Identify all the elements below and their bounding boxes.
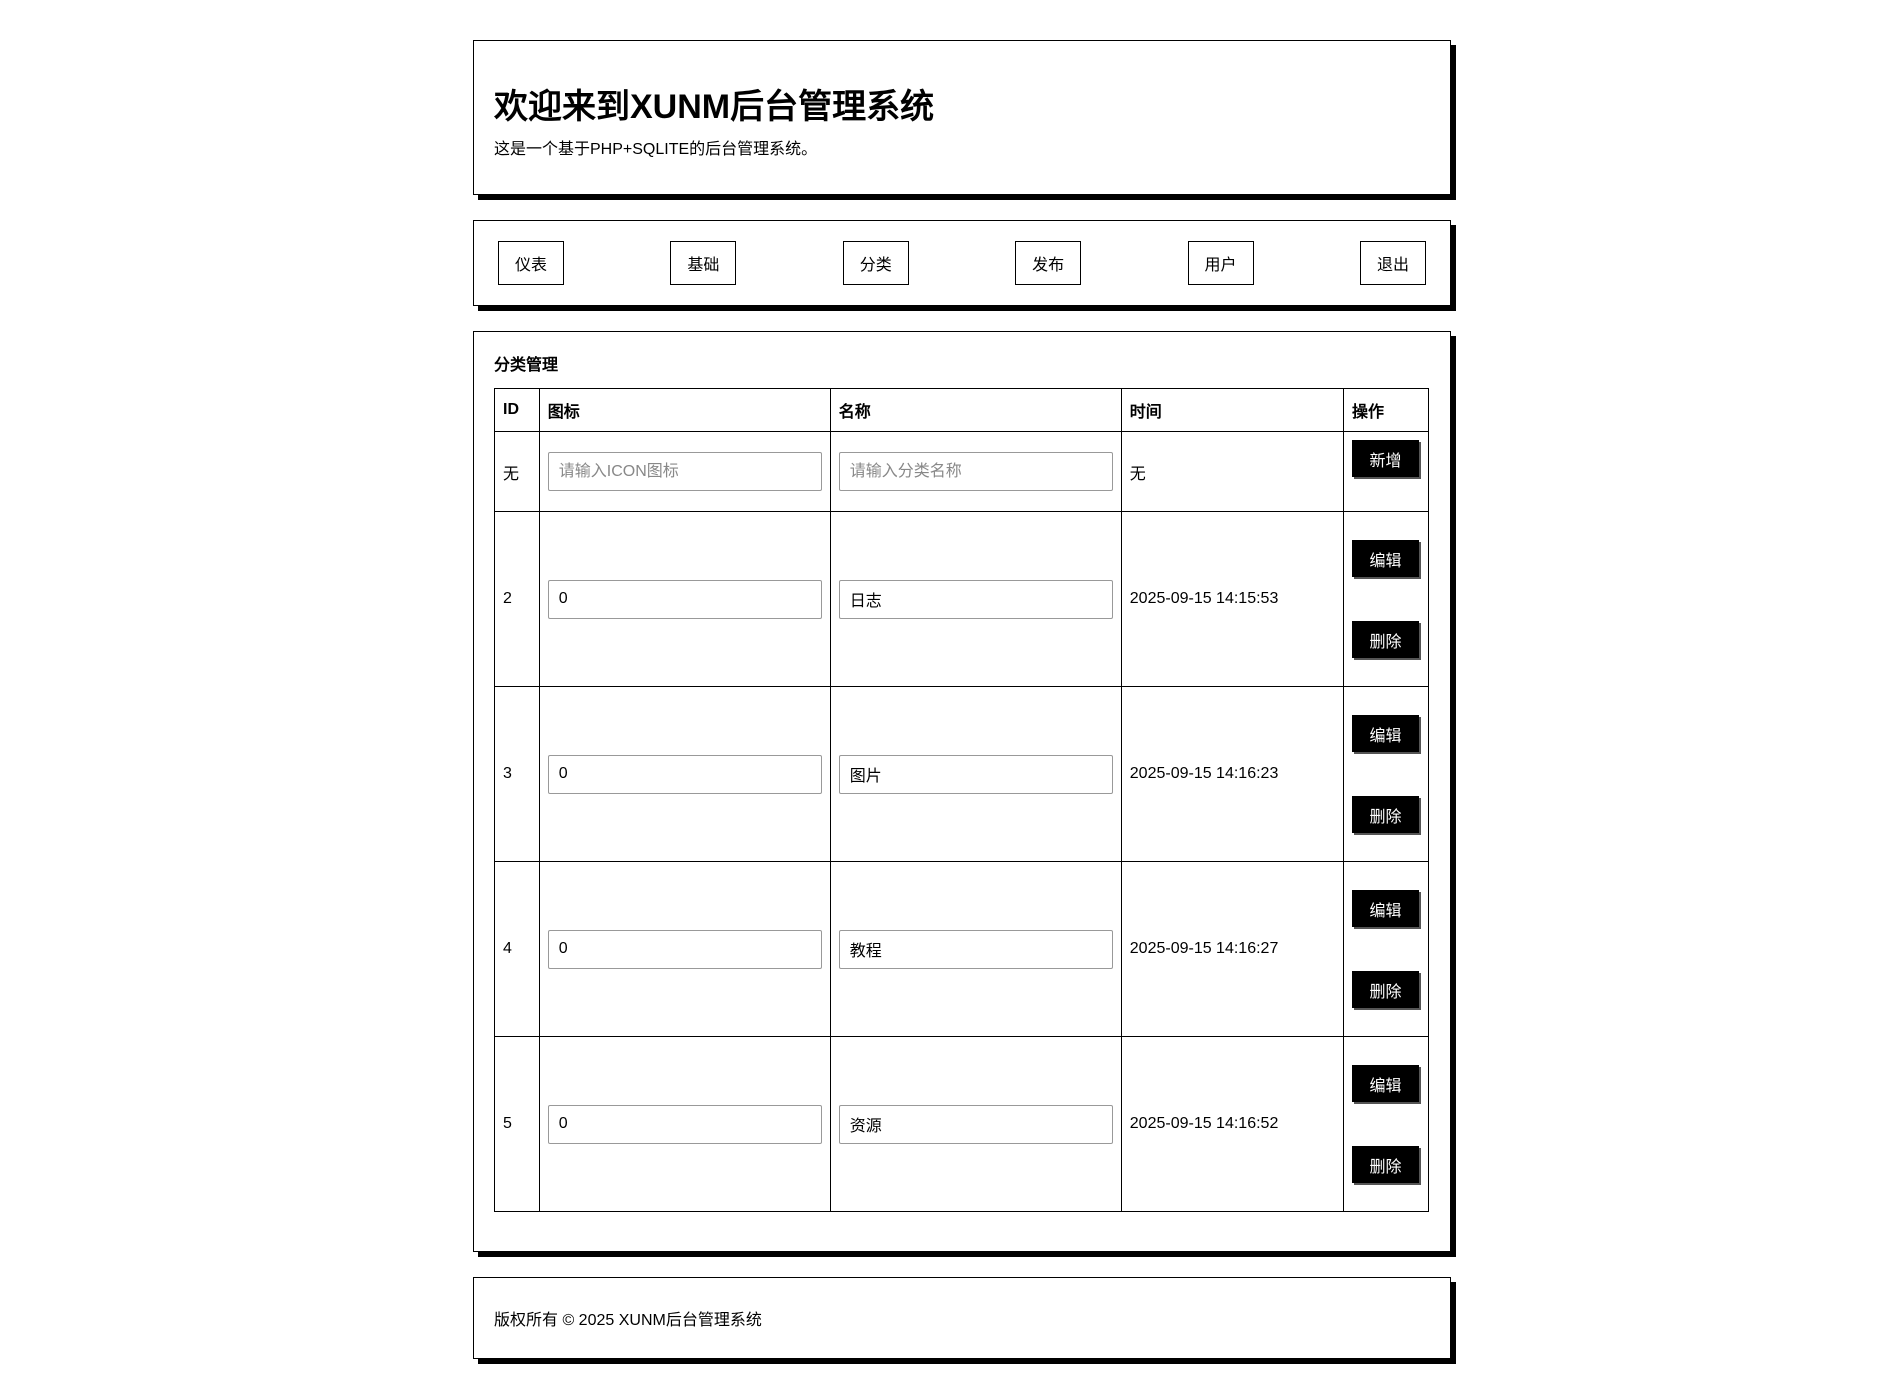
table-row: 4 2025-09-15 14:16:27 编辑 删除 [494, 861, 1429, 1037]
table-row: 3 2025-09-15 14:16:23 编辑 删除 [494, 686, 1429, 862]
name-input[interactable] [838, 1104, 1113, 1144]
row-icon-cell [538, 511, 831, 687]
edit-button[interactable]: 编辑 [1352, 715, 1419, 752]
table-row: 5 2025-09-15 14:16:52 编辑 删除 [494, 1036, 1429, 1212]
row-icon-cell [538, 1036, 831, 1212]
column-header-time: 时间 [1120, 388, 1345, 432]
nav-logout-button[interactable]: 退出 [1359, 241, 1426, 285]
category-management-card: 分类管理 ID 图标 名称 时间 操作 无 请输入ICON图标 请输入分类名称 … [473, 331, 1451, 1252]
table-header-row: ID 图标 名称 时间 操作 [494, 388, 1429, 432]
name-input[interactable] [838, 929, 1113, 969]
row-time: 2025-09-15 14:16:52 [1120, 1036, 1345, 1212]
nav-publish-button[interactable]: 发布 [1015, 241, 1082, 285]
edit-button[interactable]: 编辑 [1352, 890, 1419, 927]
add-row-ops-cell: 新增 [1343, 431, 1429, 512]
row-time: 2025-09-15 14:16:27 [1120, 861, 1345, 1037]
name-input[interactable] [838, 754, 1113, 794]
icon-input[interactable] [547, 1104, 822, 1144]
site-title: 欢迎来到XUNM后台管理系统 [494, 88, 935, 126]
column-header-id: ID [494, 388, 540, 432]
edit-button[interactable]: 编辑 [1352, 540, 1419, 577]
footer: 版权所有 © 2025 XUNM后台管理系统 [473, 1277, 1451, 1359]
icon-input[interactable] [547, 929, 822, 969]
table-row: 2 2025-09-15 14:15:53 编辑 删除 [494, 511, 1429, 687]
section-title: 分类管理 [494, 357, 559, 374]
name-input[interactable] [838, 579, 1113, 619]
add-row-id: 无 [494, 431, 540, 512]
column-header-ops: 操作 [1343, 388, 1429, 432]
page-container: 欢迎来到XUNM后台管理系统 这是一个基于PHP+SQLITE的后台管理系统。 … [473, 40, 1451, 1384]
new-icon-input[interactable] [547, 452, 822, 491]
row-id: 4 [494, 861, 540, 1037]
nav-category-button[interactable]: 分类 [842, 241, 909, 285]
nav-basic-button[interactable]: 基础 [670, 241, 737, 285]
column-header-icon: 图标 [538, 388, 831, 432]
row-time: 2025-09-15 14:15:53 [1120, 511, 1345, 687]
row-ops-cell: 编辑 删除 [1343, 511, 1429, 687]
delete-button[interactable]: 删除 [1352, 621, 1419, 658]
row-id: 2 [494, 511, 540, 687]
row-name-cell [829, 511, 1122, 687]
row-ops-cell: 编辑 删除 [1343, 686, 1429, 862]
row-time: 2025-09-15 14:16:23 [1120, 686, 1345, 862]
delete-button[interactable]: 删除 [1352, 1146, 1419, 1183]
add-category-row: 无 无 新增 [494, 431, 1429, 512]
add-row-icon-cell [538, 431, 831, 512]
nav-user-button[interactable]: 用户 [1187, 241, 1254, 285]
row-icon-cell [538, 861, 831, 1037]
edit-button[interactable]: 编辑 [1352, 1065, 1419, 1102]
row-id: 3 [494, 686, 540, 862]
new-name-input[interactable] [838, 452, 1113, 491]
row-icon-cell [538, 686, 831, 862]
row-ops-cell: 编辑 删除 [1343, 1036, 1429, 1212]
icon-input[interactable] [547, 579, 822, 619]
delete-button[interactable]: 删除 [1352, 796, 1419, 833]
row-name-cell [829, 1036, 1122, 1212]
add-row-name-cell [829, 431, 1122, 512]
row-name-cell [829, 686, 1122, 862]
delete-button[interactable]: 删除 [1352, 971, 1419, 1008]
nav-dashboard-button[interactable]: 仪表 [498, 241, 564, 285]
add-row-time: 无 [1120, 431, 1345, 512]
row-name-cell [829, 861, 1122, 1037]
icon-input[interactable] [547, 754, 822, 794]
nav-bar: 仪表 基础 分类 发布 用户 退出 [473, 220, 1451, 306]
header-card: 欢迎来到XUNM后台管理系统 这是一个基于PHP+SQLITE的后台管理系统。 [473, 40, 1451, 195]
row-ops-cell: 编辑 删除 [1343, 861, 1429, 1037]
column-header-name: 名称 [829, 388, 1122, 432]
site-subtitle: 这是一个基于PHP+SQLITE的后台管理系统。 [494, 141, 818, 158]
copyright-text: 版权所有 © 2025 XUNM后台管理系统 [494, 1312, 762, 1329]
add-button[interactable]: 新增 [1352, 440, 1419, 477]
row-id: 5 [494, 1036, 540, 1212]
category-table: ID 图标 名称 时间 操作 无 无 [494, 388, 1429, 1212]
